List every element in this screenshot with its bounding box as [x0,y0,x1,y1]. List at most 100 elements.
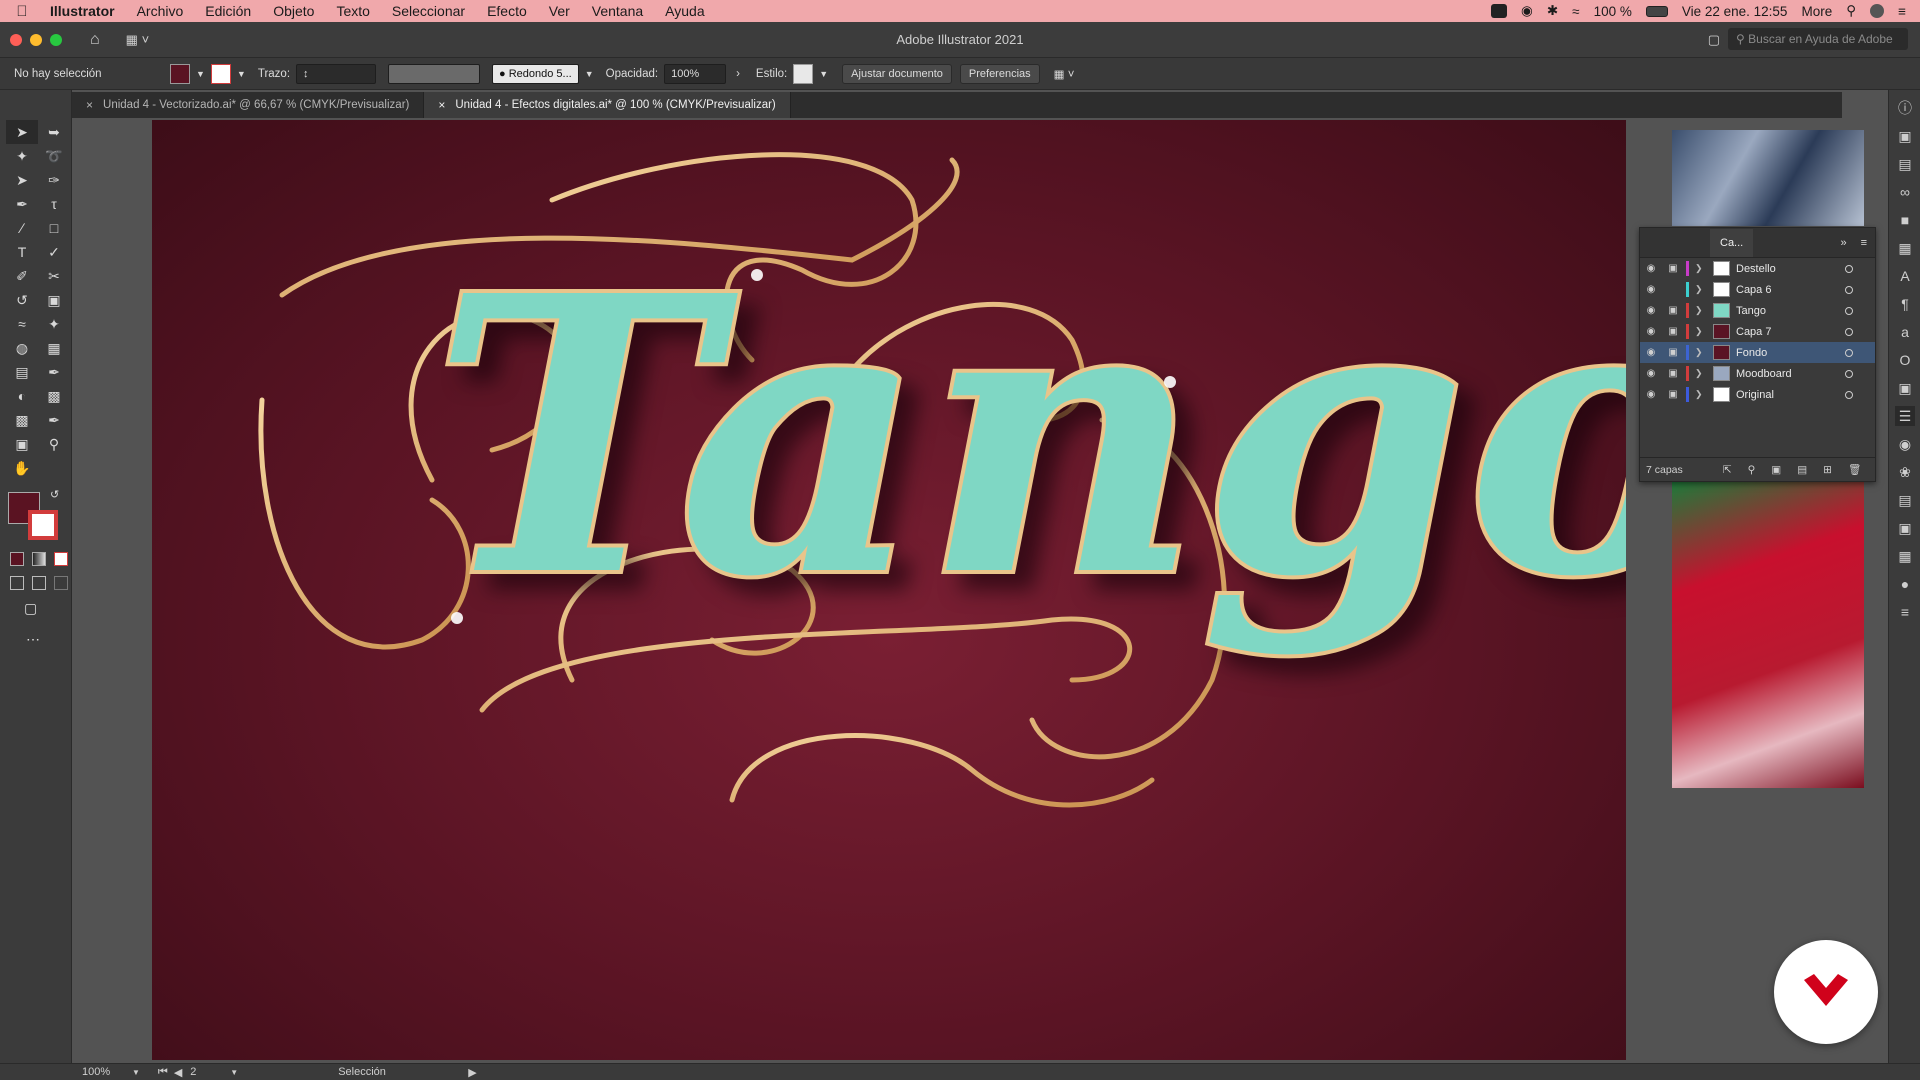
clipping-mask-icon[interactable]: ▣ [1771,464,1781,476]
locate-object-icon[interactable]: ⚲ [1748,464,1756,476]
layers-icon[interactable]: ☰ [1895,406,1915,426]
expand-chevron-icon[interactable]: ❯ [1695,263,1707,274]
stroke-color-swatch[interactable] [210,63,231,84]
selection-tool-icon[interactable]: ➤ [6,120,38,144]
preferences-button[interactable]: Preferencias [959,63,1040,84]
glyphs-icon[interactable]: a [1895,322,1915,342]
opentype-icon[interactable]: O [1895,350,1915,370]
menu-edicion[interactable]: Edición [194,3,262,19]
tab-vectorizado[interactable]: × Unidad 4 - Vectorizado.ai* @ 66,67 % (… [72,92,425,118]
zoom-dropdown-icon[interactable]: ▼ [132,1068,140,1077]
eyedropper-tool-icon[interactable]: ✒ [38,360,70,384]
lock-icon[interactable]: ▣ [1662,263,1684,274]
stroke-weight-field[interactable]: ↕ [296,63,377,84]
export-icon[interactable]: ⇱ [1723,464,1732,476]
target-circle-icon[interactable] [1845,369,1853,378]
rotate-tool-icon[interactable]: ↺ [6,288,38,312]
scale-tool-icon[interactable]: ▣ [38,288,70,312]
battery-icon[interactable] [1645,5,1668,17]
control-center-icon[interactable]: ≡ [1898,4,1906,19]
column-graph-tool-icon[interactable]: ▩ [6,408,38,432]
libraries-icon[interactable]: ▣ [1895,126,1915,146]
layer-row[interactable]: ◉ ❯ Capa 6 [1640,279,1875,300]
stroke-swatch[interactable] [28,510,58,540]
panel-collapse-icon[interactable]: » [1834,237,1852,249]
shape-builder-tool-icon[interactable]: ◍ [6,336,38,360]
zoom-tool-icon[interactable]: ⚲ [38,432,70,456]
curvature-tool-icon[interactable]: ✑ [38,168,70,192]
visibility-eye-icon[interactable]: ◉ [1640,263,1662,274]
workspace-switcher-icon[interactable]: ▦ ˅ [126,32,150,48]
new-sublayer-icon[interactable]: ▤ [1797,464,1807,476]
layer-name[interactable]: Original [1736,389,1845,401]
visibility-eye-icon[interactable]: ◉ [1640,284,1662,295]
edit-toolbar-icon[interactable]: ⋯ [0,617,71,648]
perspective-grid-tool-icon[interactable]: ▦ [38,336,70,360]
fit-document-button[interactable]: Ajustar documento [842,63,952,84]
visibility-eye-icon[interactable]: ◉ [1640,368,1662,379]
shaper-tool-icon[interactable]: ✐ [6,264,38,288]
menu-efecto[interactable]: Efecto [476,3,538,19]
canvas-area[interactable]: Tango [72,118,1842,1063]
rectangle-tool-icon[interactable]: □ [38,216,70,240]
transparency-icon[interactable]: ▦ [1895,238,1915,258]
expand-chevron-icon[interactable]: ❯ [1695,389,1707,400]
magic-wand-tool-icon[interactable]: ✦ [6,144,38,168]
target-circle-icon[interactable] [1845,264,1853,273]
hand-tool-icon[interactable]: ✋ [6,456,38,480]
layer-row[interactable]: ◉ ▣ ❯ Original [1640,384,1875,405]
type-on-path-tool-icon[interactable]: τ [38,192,70,216]
tab-efectos-digitales[interactable]: × Unidad 4 - Efectos digitales.ai* @ 100… [424,92,791,118]
scissors-tool-icon[interactable]: ✂ [38,264,70,288]
layer-name[interactable]: Tango [1736,305,1845,317]
lock-icon[interactable]: ▣ [1662,326,1684,337]
menu-app[interactable]: Illustrator [44,3,126,19]
layer-name[interactable]: Capa 7 [1736,326,1845,338]
help-search-input[interactable]: ⚲ Buscar en Ayuda de Adobe [1728,28,1908,50]
target-circle-icon[interactable] [1845,285,1853,294]
lasso-tool-icon[interactable]: ➰ [38,144,70,168]
menu-ayuda[interactable]: Ayuda [654,3,715,19]
type-tool-icon[interactable]: T [6,240,38,264]
visibility-eye-icon[interactable]: ◉ [1640,389,1662,400]
slice-tool-icon[interactable]: ✒ [38,408,70,432]
links-icon[interactable]: ∞ [1895,182,1915,202]
gradient-mode-icon[interactable] [32,552,46,566]
graphic-style-swatch[interactable] [793,63,814,84]
menu-seleccionar[interactable]: Seleccionar [381,3,476,19]
lock-icon[interactable]: ▣ [1662,389,1684,400]
transform-options-icon[interactable]: ▦ ˅ [1054,67,1075,81]
bluetooth-icon[interactable]: ✱ [1547,3,1558,19]
layer-name[interactable]: Fondo [1736,347,1845,359]
visibility-eye-icon[interactable]: ◉ [1640,347,1662,358]
layer-row[interactable]: ◉ ▣ ❯ Tango [1640,300,1875,321]
target-circle-icon[interactable] [1845,306,1853,315]
artboard[interactable]: Tango [152,120,1626,1060]
color-guide-icon[interactable]: ● [1895,574,1915,594]
clock[interactable]: Vie 22 ene. 12:55 [1682,4,1788,19]
pen-tool-icon[interactable]: ✒ [6,192,38,216]
user-avatar-icon[interactable] [1870,4,1885,18]
close-window-button[interactable] [10,33,22,46]
creative-cloud-icon[interactable]: ◉ [1521,3,1533,19]
artboard-tool-icon[interactable]: ▣ [6,432,38,456]
symbol-sprayer-tool-icon[interactable]: ▩ [38,384,70,408]
target-circle-icon[interactable] [1845,348,1853,357]
none-mode-icon[interactable] [54,552,68,566]
target-circle-icon[interactable] [1845,390,1853,399]
wifi-icon[interactable]: ≈ [1572,4,1579,19]
fill-stroke-control[interactable]: ↺ [6,488,66,544]
assets-export-icon[interactable]: ▤ [1895,154,1915,174]
color-mode-icon[interactable] [10,552,24,566]
expand-chevron-icon[interactable]: ❯ [1695,347,1707,358]
lock-icon[interactable]: ▣ [1662,347,1684,358]
layer-name[interactable]: Destello [1736,263,1845,275]
menu-ventana[interactable]: Ventana [581,3,654,19]
transform-icon[interactable]: ▦ [1895,546,1915,566]
paragraph-icon[interactable]: ¶ [1895,294,1915,314]
target-circle-icon[interactable] [1845,327,1853,336]
gradient-panel-icon[interactable]: ■ [1895,210,1915,230]
home-icon[interactable]: ⌂ [90,31,100,49]
draw-behind-icon[interactable] [32,576,46,590]
more-menu[interactable]: More [1801,4,1832,19]
